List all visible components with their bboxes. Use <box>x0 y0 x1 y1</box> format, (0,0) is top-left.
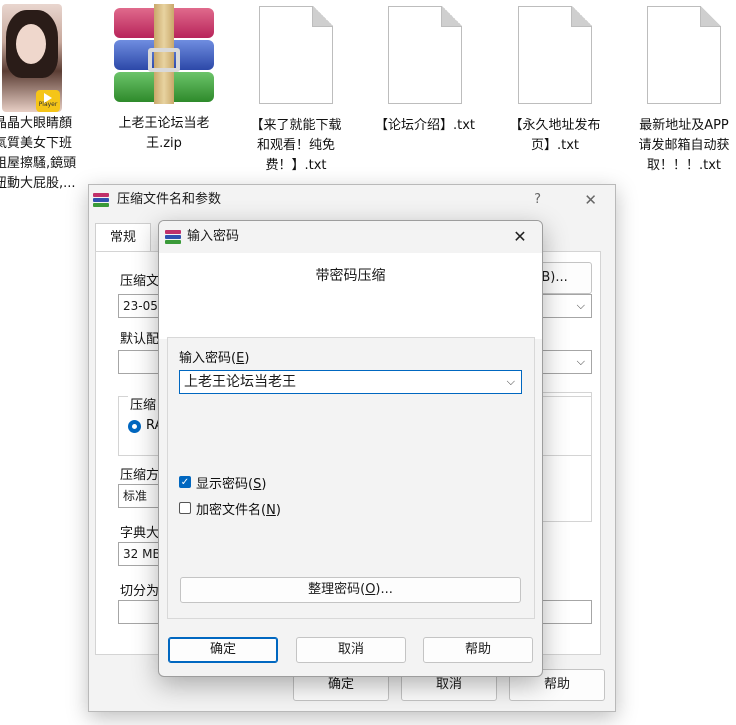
password-label-text: 输入密码 <box>179 351 232 366</box>
dictionary-label: 字典大 <box>120 526 160 541</box>
encrypt-filenames-key: N <box>266 503 276 518</box>
tab-general[interactable]: 常规 <box>95 223 151 251</box>
back-dialog-title: 压缩文件名和参数 <box>117 192 222 207</box>
icon-caption-line: 和观看！纯免 <box>256 138 335 153</box>
video-thumbnail: Player <box>2 4 62 112</box>
icon-caption-line: 上老王论坛当老 <box>118 116 210 131</box>
password-input[interactable]: 上老王论坛当老王 ⌵ <box>179 370 522 394</box>
icon-caption-line: 页】.txt <box>530 138 580 153</box>
password-value: 上老王论坛当老王 <box>184 374 296 390</box>
ok-button[interactable]: 确定 <box>168 637 278 663</box>
show-password-label[interactable]: 显示密码(S) <box>196 473 266 492</box>
icon-caption-line: 请发邮箱自动获 <box>638 138 730 153</box>
method-label: 压缩方 <box>120 468 160 483</box>
method-value: 标准 <box>123 489 148 503</box>
back-dialog-titlebar: 压缩文件名和参数 ? ✕ <box>89 185 615 215</box>
show-password-checkbox[interactable]: ✓ <box>179 476 191 488</box>
icon-caption-line: 【论坛介绍】.txt <box>374 118 476 133</box>
winrar-icon <box>165 230 181 244</box>
close-icon[interactable]: ✕ <box>584 185 597 215</box>
icon-caption-line: 王.zip <box>146 136 182 151</box>
organize-passwords-key: O <box>365 582 376 597</box>
radio-rar[interactable] <box>128 420 141 433</box>
dialog-subtitle: 带密码压缩 <box>315 268 386 284</box>
icon-caption-line: 【永久地址发布 <box>509 118 601 133</box>
organize-passwords-button[interactable]: 整理密码(O)... <box>180 577 521 603</box>
archive-name-label: 压缩文 <box>120 274 160 289</box>
icon-caption-line: 氣質美女下班 <box>0 136 73 151</box>
text-file-icon <box>259 6 333 104</box>
enter-password-dialog: 输入密码 ✕ 带密码压缩 输入密码(E) 上老王论坛当老王 ⌵ ✓ 显示密码(S… <box>158 220 543 677</box>
winrar-icon <box>93 193 109 207</box>
desktop-icon-txt[interactable]: 【永久地址发布 页】.txt <box>495 0 615 156</box>
player-badge-icon: Player <box>36 90 60 112</box>
text-file-icon <box>647 6 721 104</box>
help-icon[interactable]: ? <box>534 185 541 215</box>
icon-caption-line: 费！】.txt <box>265 158 327 173</box>
desktop-icon-video[interactable]: Player 晶晶大眼睛顏 氣質美女下班 租屋擦騷,鏡頭 扭動大屁股,... <box>0 0 92 191</box>
text-file-icon <box>388 6 462 104</box>
organize-passwords-text: 整理密码 <box>308 582 361 597</box>
icon-caption-line: 【来了就能下载 <box>250 118 342 133</box>
encrypt-filenames-text: 加密文件名 <box>196 503 262 518</box>
winrar-archive-icon <box>110 4 218 104</box>
text-file-icon <box>518 6 592 104</box>
dialog-titlebar: 输入密码 ✕ <box>159 221 542 253</box>
chevron-down-icon[interactable]: ⌵ <box>577 351 585 373</box>
icon-caption-line: 最新地址及APP <box>639 118 729 133</box>
split-label: 切分为 <box>120 584 160 599</box>
icon-caption-line: 取！！！.txt <box>646 158 722 173</box>
show-password-key: S <box>253 477 262 492</box>
icon-caption-line: 晶晶大眼睛顏 <box>0 116 73 131</box>
icon-caption-line: 扭動大屁股,... <box>0 176 76 191</box>
encrypt-filenames-label[interactable]: 加密文件名(N) <box>196 499 281 518</box>
chevron-down-icon[interactable]: ⌵ <box>577 295 585 317</box>
encrypt-filenames-checkbox[interactable] <box>179 502 191 514</box>
icon-caption-line: 租屋擦騷,鏡頭 <box>0 156 77 171</box>
desktop-icon-txt[interactable]: 最新地址及APP 请发邮箱自动获 取！！！.txt <box>624 0 736 176</box>
password-label: 输入密码(E) <box>179 351 250 366</box>
cancel-button[interactable]: 取消 <box>296 637 406 663</box>
password-label-key: E <box>236 351 245 366</box>
dictionary-value: 32 MB <box>123 547 161 561</box>
profile-label: 默认配 <box>120 332 160 347</box>
chevron-down-icon[interactable]: ⌵ <box>507 371 515 393</box>
help-button[interactable]: 帮助 <box>423 637 533 663</box>
close-icon[interactable]: ✕ <box>510 221 530 253</box>
desktop-icon-txt[interactable]: 【论坛介绍】.txt <box>365 0 485 136</box>
dialog-title: 输入密码 <box>187 229 240 244</box>
format-group-label: 压缩 <box>128 394 159 413</box>
desktop-icon-txt[interactable]: 【来了就能下载 和观看！纯免 费！】.txt <box>236 0 356 176</box>
desktop-icon-zip[interactable]: 上老王论坛当老 王.zip <box>104 0 224 154</box>
archive-name-value: 23-05 <box>123 299 158 313</box>
organize-passwords-suffix: ... <box>380 582 393 597</box>
show-password-text: 显示密码 <box>196 477 249 492</box>
